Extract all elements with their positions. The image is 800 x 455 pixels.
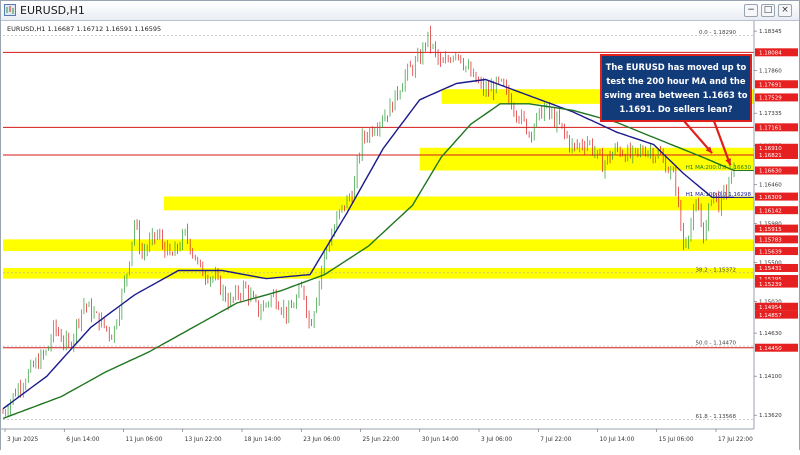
x-tick-label: 15 Jul 06:00: [659, 437, 694, 443]
price-label-text: 1.14954: [759, 305, 782, 311]
support-resistance-zone: [163, 196, 754, 211]
x-tick-label: 17 Jul 22:00: [718, 437, 753, 443]
fib-level-label: 61.8 - 1.13568: [696, 414, 737, 420]
chart-icon: [4, 4, 16, 16]
x-tick-label: 3 Jul 06:00: [481, 437, 512, 443]
price-label-text: 1.14857: [759, 313, 782, 319]
annotation-text-line: 1.1691. Do sellers lean?: [619, 104, 732, 114]
price-label-text: 1.14450: [759, 346, 782, 352]
window-title: EURUSD,H1: [20, 4, 85, 17]
price-label-text: 1.15639: [759, 249, 782, 255]
support-resistance-zone: [3, 267, 754, 279]
chart-window: EURUSD,H1 − □ × 0.0 - 1.18290 38.2 - 1.15…: [0, 0, 800, 451]
price-label-text: 1.17161: [759, 126, 782, 132]
chart-area[interactable]: 0.0 - 1.18290 38.2 - 1.15372 50.0 - 1.1447…: [1, 21, 799, 451]
price-chart[interactable]: 0.0 - 1.18290 38.2 - 1.15372 50.0 - 1.1447…: [1, 21, 799, 451]
x-tick-label: 23 Jun 06:00: [303, 437, 340, 443]
price-label-text: 1.18084: [759, 51, 782, 57]
x-tick-label: 13 Jun 22:00: [185, 437, 222, 443]
ma100-label: H1 MA:100:0.0 1.16298: [686, 192, 752, 198]
y-tick-label: 1.14100: [759, 374, 782, 380]
y-tick-label: 1.17860: [759, 69, 782, 75]
price-label-text: 1.17691: [759, 82, 782, 88]
y-tick-label: 1.17335: [759, 111, 782, 117]
price-label-text: 1.15431: [759, 266, 782, 272]
x-tick-label: 11 Jun 06:00: [126, 437, 163, 443]
y-tick-label: 1.14630: [759, 331, 782, 337]
y-tick-label: 1.18345: [759, 29, 782, 35]
x-tick-label: 30 Jun 14:00: [422, 437, 459, 443]
x-tick-label: 3 Jun 2025: [7, 437, 38, 443]
annotation-text-line: The EURUSD has moved up to: [606, 62, 747, 72]
annotation-text-line: test the 200 hour MA and the: [606, 76, 745, 86]
x-tick-label: 18 Jun 14:00: [244, 437, 281, 443]
annotation-text-line: swing area between 1.1663 to: [604, 90, 747, 100]
title-bar: EURUSD,H1 − □ ×: [1, 1, 799, 21]
x-tick-label: 10 Jul 14:00: [600, 437, 635, 443]
x-tick-label: 25 Jun 22:00: [363, 437, 400, 443]
price-label-text: 1.15915: [759, 227, 782, 233]
y-tick-label: 1.16460: [759, 182, 782, 188]
fib-level-label: 50.0 - 1.14470: [696, 341, 737, 347]
maximize-button[interactable]: □: [761, 4, 775, 17]
price-label-text: 1.16142: [759, 208, 782, 214]
price-label-text: 1.15783: [759, 238, 782, 244]
price-label-text: 1.16821: [759, 153, 782, 159]
price-label-text: 1.15239: [759, 282, 782, 288]
y-tick-label: 1.13620: [759, 413, 782, 419]
symbol-info: EURUSD,H1 1.16687 1.16712 1.16591 1.1659…: [7, 25, 161, 33]
x-tick-label: 6 Jun 14:00: [66, 437, 99, 443]
x-tick-label: 7 Jul 22:00: [540, 437, 571, 443]
price-label-text: 1.17529: [759, 96, 782, 102]
close-button[interactable]: ×: [778, 4, 792, 17]
minimize-button[interactable]: −: [744, 4, 758, 17]
fib-level-label: 38.2 - 1.15372: [696, 267, 736, 273]
fib-level-label: 0.0 - 1.18290: [699, 30, 736, 36]
price-label-text: 1.16630: [759, 169, 782, 175]
price-label-text: 1.16309: [759, 195, 782, 201]
support-resistance-zone: [3, 239, 754, 252]
ma200-label: H1 MA:200:0.0 1.16630: [686, 165, 752, 171]
